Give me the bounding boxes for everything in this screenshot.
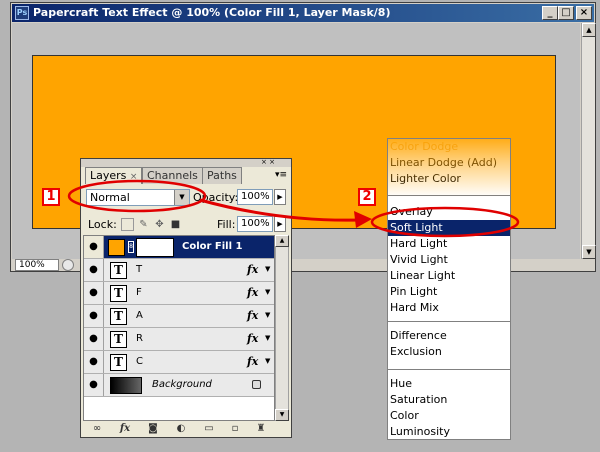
soft-light-highlight-ellipse [370, 206, 520, 238]
arrow-head-icon [354, 211, 372, 228]
blend-mode-highlight-ellipse [67, 179, 207, 213]
callout-badge-2: 2 [358, 188, 376, 206]
callout-badge-1: 1 [42, 188, 60, 206]
annotation-arrow-shaft [199, 198, 361, 222]
annotation-overlay [67, 179, 520, 238]
